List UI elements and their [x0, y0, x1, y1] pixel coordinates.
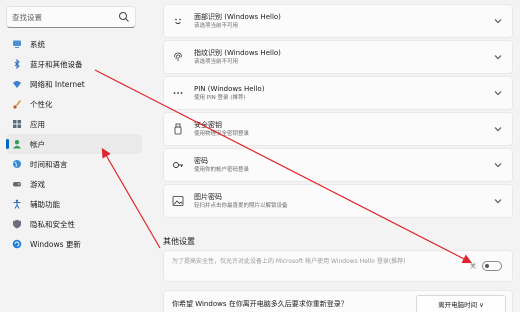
sidebar-item-label: 蓝牙和其他设备 [30, 59, 83, 69]
chevron-down-icon [494, 199, 502, 204]
card-subtitle: 使用物理安全密钥登录 [194, 131, 250, 137]
sidebar-item-time-language[interactable]: 时间和语言 [6, 154, 142, 174]
sidebar-item-accessibility[interactable]: 辅助功能 [6, 194, 142, 214]
sidebar-item-label: 网络和 Internet [30, 79, 85, 89]
sidebar-item-label: 个性化 [30, 99, 53, 109]
sidebar-item-label: 辅助功能 [30, 199, 60, 209]
sidebar-item-network[interactable]: 网络和 Internet [6, 74, 142, 94]
usb-key-icon [174, 123, 182, 135]
signin-option-fingerprint[interactable]: 指纹识别 (Windows Hello) 该选项当前不可用 [163, 40, 513, 74]
sidebar-item-label: 帐户 [30, 139, 45, 149]
sidebar-item-label: 隐私和安全性 [30, 219, 75, 229]
main-content: 面部识别 (Windows Hello) 该选项当前不可用 指纹识别 (Wind… [150, 0, 520, 312]
gamepad-icon [13, 182, 21, 187]
sidebar-item-bluetooth[interactable]: 蓝牙和其他设备 [6, 54, 142, 74]
update-icon [12, 239, 22, 249]
sidebar: 查找设置 系统 蓝牙和其他设备 网络和 Internet 个性化 应用 帐户 时… [0, 0, 150, 312]
apps-icon [13, 120, 21, 128]
sidebar-item-windows-update[interactable]: Windows 更新 [6, 234, 142, 254]
card-subtitle: 使用 PIN 登录 (推荐) [194, 95, 246, 101]
relogin-dropdown[interactable]: 离开电脑时间 ∨ [416, 295, 506, 312]
card-title: 面部识别 (Windows Hello) [194, 13, 281, 21]
card-subtitle: 该选项当前不可用 [194, 59, 239, 65]
card-title: PIN (Windows Hello) [194, 85, 265, 93]
sidebar-item-personalization[interactable]: 个性化 [6, 94, 142, 114]
bluetooth-icon [14, 59, 20, 69]
sidebar-item-label: 应用 [30, 119, 45, 129]
paintbrush-icon [13, 100, 21, 109]
windows-hello-only-toggle[interactable] [482, 261, 502, 271]
person-icon [13, 140, 21, 149]
search-box[interactable]: 查找设置 [6, 6, 136, 28]
relogin-setting: 你希望 Windows 在你离开电脑多久后要求你重新登录？ 离开电脑时间 ∨ [163, 290, 513, 312]
sidebar-item-label: 游戏 [30, 179, 45, 189]
chevron-down-icon [494, 91, 502, 96]
search-input[interactable]: 查找设置 [12, 12, 42, 23]
sidebar-item-label: 系统 [30, 39, 45, 49]
sidebar-item-system[interactable]: 系统 [6, 34, 142, 54]
card-title: 指纹识别 (Windows Hello) [194, 49, 281, 57]
key-icon [173, 162, 183, 168]
sidebar-item-apps[interactable]: 应用 [6, 114, 142, 134]
picture-icon [172, 196, 184, 206]
card-subtitle: 该选项当前不可用 [194, 23, 239, 29]
signin-option-security-key[interactable]: 安全密钥 使用物理安全密钥登录 [163, 112, 513, 146]
setting-question: 你希望 Windows 在你离开电脑多久后要求你重新登录？ [172, 300, 348, 308]
sidebar-item-privacy[interactable]: 隐私和安全性 [6, 214, 142, 234]
signin-option-pin[interactable]: PIN (Windows Hello) 使用 PIN 登录 (推荐) [163, 76, 513, 110]
face-icon [175, 18, 181, 24]
active-indicator [6, 139, 9, 149]
signin-option-password[interactable]: 密码 使用你的帐户密码登录 [163, 148, 513, 182]
toggle-state-label: 关 [469, 263, 476, 270]
sidebar-item-gaming[interactable]: 游戏 [6, 174, 142, 194]
setting-description: 为了提高安全性，仅允许对此设备上的 Microsoft 帐户使用 Windows… [172, 258, 406, 265]
monitor-icon [13, 40, 21, 48]
chevron-down-icon [494, 163, 502, 168]
signin-option-face[interactable]: 面部识别 (Windows Hello) 该选项当前不可用 [163, 4, 513, 38]
card-title: 图片密码 [194, 193, 222, 201]
card-title: 密码 [194, 157, 208, 165]
fingerprint-icon [174, 52, 182, 61]
shield-icon [13, 219, 21, 229]
windows-hello-only-setting: 为了提高安全性，仅允许对此设备上的 Microsoft 帐户使用 Windows… [163, 250, 513, 282]
globe-icon [13, 160, 21, 168]
card-subtitle: 轻扫并点击你最喜爱的照片以解锁设备 [194, 203, 288, 209]
section-title: 其他设置 [163, 237, 195, 246]
wifi-icon [13, 81, 21, 88]
accessibility-icon [13, 199, 21, 209]
chevron-down-icon [494, 19, 502, 24]
chevron-down-icon [494, 55, 502, 60]
card-title: 安全密钥 [194, 121, 222, 129]
sidebar-item-accounts[interactable]: 帐户 [6, 134, 142, 154]
signin-option-picture-password[interactable]: 图片密码 轻扫并点击你最喜爱的照片以解锁设备 [163, 184, 513, 218]
sidebar-item-label: 时间和语言 [30, 159, 68, 169]
card-subtitle: 使用你的帐户密码登录 [194, 167, 250, 173]
pin-icon [173, 92, 183, 94]
search-icon [119, 12, 129, 22]
chevron-down-icon [494, 127, 502, 132]
sidebar-item-label: Windows 更新 [30, 239, 81, 249]
